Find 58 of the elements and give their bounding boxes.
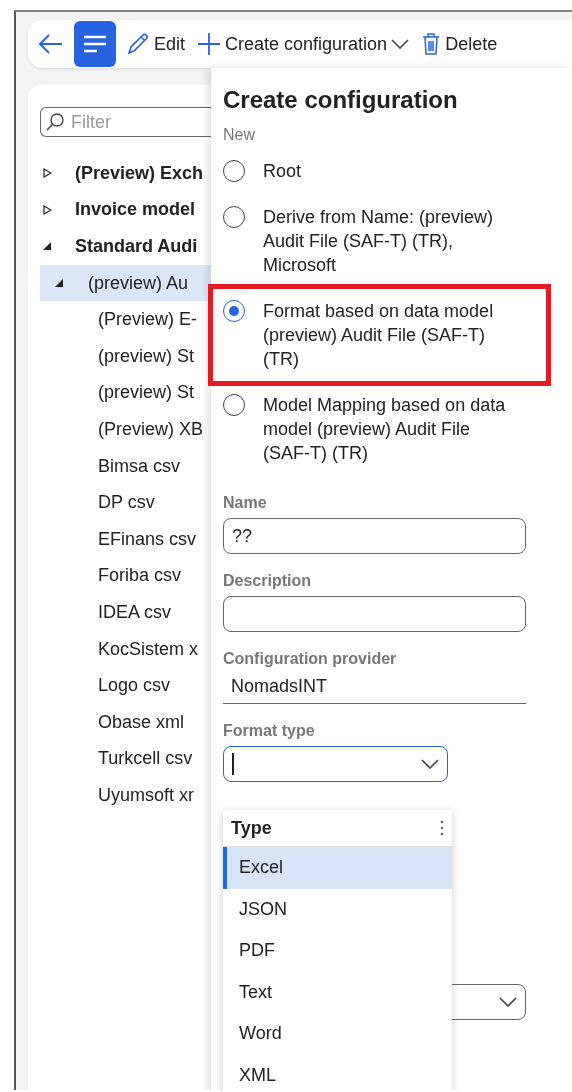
tree-item[interactable]: DP csv	[40, 484, 211, 521]
panel-title: Create configuration	[223, 86, 459, 114]
dropdown-option[interactable]: XML	[223, 1054, 452, 1090]
back-arrow-icon	[38, 33, 64, 55]
delete-button[interactable]: Delete	[419, 28, 500, 60]
collapsed-caret-icon[interactable]	[42, 168, 52, 179]
collapsed-caret-icon[interactable]	[42, 204, 52, 215]
create-button[interactable]: Create configuration	[195, 28, 412, 60]
dropdown-option[interactable]: Text	[223, 971, 452, 1013]
column-header: Type	[231, 817, 272, 839]
tree-item[interactable]: KocSistem x	[40, 630, 211, 668]
tree-item[interactable]: (Preview) Exch	[40, 155, 211, 192]
expanded-caret-icon[interactable]	[42, 241, 52, 252]
more-options-icon[interactable]	[440, 820, 444, 836]
lines-icon	[82, 34, 108, 54]
menu-button[interactable]	[74, 21, 116, 67]
text-cursor	[232, 753, 234, 775]
tree-item[interactable]: Uyumsoft xr	[40, 777, 211, 814]
dropdown-option[interactable]: PDF	[223, 930, 452, 972]
chevron-down-icon	[391, 39, 410, 49]
format-type-combobox[interactable]	[223, 746, 448, 782]
tree-item[interactable]: Bimsa csv	[40, 447, 211, 485]
tree-item[interactable]: Standard Audi	[40, 228, 211, 265]
tree-item[interactable]: Invoice model	[40, 191, 211, 229]
tree-item[interactable]: Obase xml	[40, 703, 211, 741]
tree-item[interactable]: (Preview) XB	[40, 411, 211, 448]
tree-item[interactable]: (Preview) E-	[40, 301, 211, 338]
field-label: Format type	[223, 722, 316, 740]
dropdown-option[interactable]: Excel	[223, 847, 452, 889]
pencil-icon	[126, 32, 150, 56]
chevron-down-icon	[421, 759, 439, 769]
tree-item[interactable]: Logo csv	[40, 667, 211, 704]
tree-item[interactable]: EFinans csv	[40, 520, 211, 558]
trash-icon	[421, 32, 442, 56]
tree-item[interactable]: Foriba csv	[40, 557, 211, 595]
expanded-caret-icon[interactable]	[54, 278, 64, 289]
tree-item[interactable]: IDEA csv	[40, 594, 211, 631]
field-label: Name	[223, 494, 268, 512]
section-label: New	[223, 126, 256, 144]
tree-item[interactable]: (preview) St	[40, 337, 211, 375]
field-label: Description	[223, 572, 312, 590]
field-label: Configuration provider	[223, 650, 398, 668]
option-label: Root	[263, 160, 302, 183]
provider-value: NomadsINT	[223, 674, 526, 704]
filter-field[interactable]: Filter	[40, 107, 211, 137]
chevron-down-icon	[499, 997, 517, 1007]
option-label: Model Mapping based on data model (preview) Audit File (SAF-T) (TR)	[263, 394, 507, 465]
edit-button[interactable]: Edit	[124, 28, 188, 60]
tree-item[interactable]: Turkcell csv	[40, 740, 211, 778]
plus-icon	[197, 32, 222, 56]
option-label: Format based on data model (preview) Audit File (SAF-T) (TR)	[263, 300, 495, 371]
tree-item[interactable]: (preview) Au	[40, 264, 211, 302]
tree-item[interactable]: (preview) St	[40, 374, 211, 412]
description-field[interactable]	[223, 596, 526, 632]
name-field[interactable]: ??	[223, 518, 526, 554]
dropdown-option[interactable]: Word	[223, 1013, 452, 1055]
option-label: Derive from Name: (preview) Audit File (SAF-T) (TR), Microsoft	[263, 206, 495, 277]
dropdown-option[interactable]: JSON	[223, 888, 452, 930]
